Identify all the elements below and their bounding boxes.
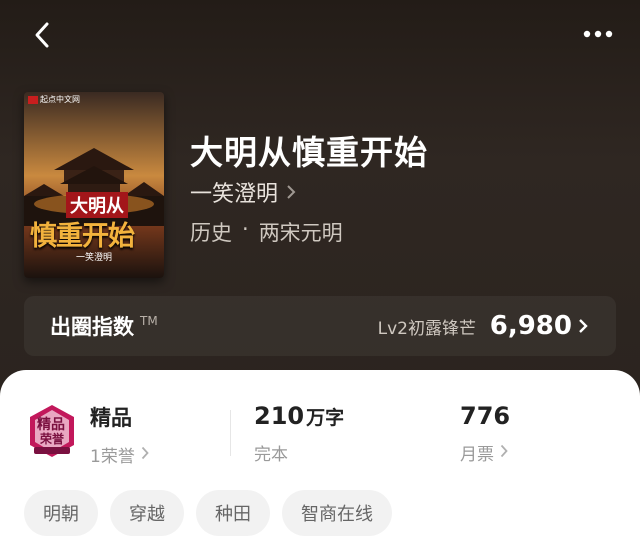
author-link[interactable]: 一笑澄明: [190, 176, 296, 208]
book-stats-panel: 精品 荣誉 精品 1荣誉 210 万字 完本 776 月票 明朝 穿越 种田 智…: [0, 370, 640, 554]
author-name: 一笑澄明: [190, 182, 279, 207]
index-label: 出圈指数: [50, 315, 134, 339]
chevron-right-icon: [141, 445, 149, 465]
cover-title-main: 慎重开始: [30, 221, 135, 252]
chevron-right-icon: [500, 443, 508, 463]
subgenre[interactable]: 两宋元明: [259, 217, 343, 247]
tag-list: 明朝 穿越 种田 智商在线: [24, 490, 392, 536]
quality-stat: 精品 1荣誉: [90, 402, 149, 467]
book-header: 起点中文网 大明从 慎重开始 一笑澄明 大明从慎重开始 一笑澄明 历史 · 两宋…: [0, 0, 640, 400]
index-tm: TM: [140, 314, 158, 328]
index-value: 6,980: [489, 311, 572, 341]
completion-status: 完本: [254, 445, 288, 465]
chevron-right-icon: [286, 184, 296, 200]
tag-chip[interactable]: 智商在线: [282, 490, 392, 536]
genre-separator: ·: [242, 217, 249, 241]
index-level: Lv2初露锋芒: [377, 318, 476, 339]
more-button[interactable]: [580, 22, 616, 46]
badge-art-line2: 荣誉: [40, 432, 65, 446]
tag-chip[interactable]: 种田: [196, 490, 270, 536]
chevron-left-icon: [35, 22, 49, 48]
monthly-ticket-value: 776: [460, 402, 511, 430]
chevron-right-icon: [578, 318, 588, 338]
quality-badge-icon: 精品 荣誉: [26, 403, 78, 459]
tag-chip[interactable]: 穿越: [110, 490, 184, 536]
monthly-ticket-label: 月票: [460, 445, 494, 465]
honor-link[interactable]: 1荣誉: [90, 442, 149, 467]
word-count-value: 210: [254, 402, 305, 430]
cover-publisher: 起点中文网: [40, 95, 80, 104]
genre[interactable]: 历史: [190, 217, 232, 247]
book-cover[interactable]: 起点中文网 大明从 慎重开始 一笑澄明: [24, 92, 164, 278]
monthly-ticket-stat: 776 月票: [460, 402, 510, 465]
popularity-index-bar[interactable]: 出圈指数 TM Lv2初露锋芒 6,980: [24, 296, 616, 356]
honor-count: 1荣誉: [90, 447, 135, 467]
back-button[interactable]: [28, 18, 56, 52]
divider: [230, 410, 231, 456]
word-count-stat: 210 万字 完本: [254, 402, 344, 465]
book-title: 大明从慎重开始: [190, 133, 428, 172]
tag-chip[interactable]: 明朝: [24, 490, 98, 536]
quality-title: 精品: [90, 406, 132, 430]
more-dots-icon: [583, 30, 613, 38]
monthly-ticket-link[interactable]: 月票: [460, 440, 510, 465]
word-count-unit: 万字: [306, 407, 345, 429]
cover-author: 一笑澄明: [76, 253, 113, 263]
genre-row: 历史 · 两宋元明: [190, 217, 343, 247]
